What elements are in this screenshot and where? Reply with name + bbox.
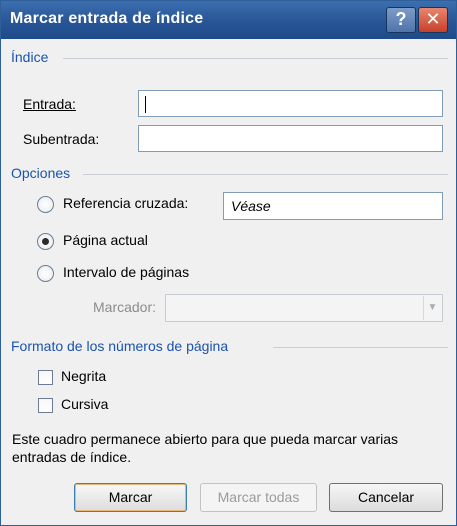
negrita-checkbox[interactable] [38,370,53,385]
entrada-input[interactable] [138,90,443,117]
radio-selected-dot [42,238,49,245]
section-formato-heading: Formato de los números de página [11,338,229,354]
section-indice-heading: Índice [11,49,49,65]
radio-intervalo-paginas[interactable] [37,265,54,282]
marcar-button[interactable]: Marcar [74,483,187,512]
referencia-input[interactable]: Véase [223,192,443,220]
cursiva-label[interactable]: Cursiva [61,396,108,412]
section-divider [273,347,448,348]
section-divider [63,58,448,59]
subentrada-input[interactable] [138,125,443,152]
question-icon: ? [395,9,407,29]
dialog-title: Marcar entrada de índice [10,10,204,27]
subentrada-label: Subentrada: [23,131,100,147]
radio-referencia-cruzada[interactable] [37,196,54,213]
chevron-down-icon: ▼ [423,296,441,320]
section-opciones-heading: Opciones [11,165,71,181]
radio-pagina-actual[interactable] [37,233,54,250]
cursiva-checkbox[interactable] [38,398,53,413]
intervalo-label[interactable]: Intervalo de páginas [63,264,189,280]
negrita-label[interactable]: Negrita [61,368,106,384]
entrada-label-text: Entrada: [23,96,76,112]
pagina-actual-label[interactable]: Página actual [63,232,148,248]
title-bar[interactable]: Marcar entrada de índice ? ✕ [1,1,456,39]
marcador-label: Marcador: [93,299,157,315]
close-button[interactable]: ✕ [418,7,448,33]
marcar-todas-button: Marcar todas [200,483,317,512]
section-divider [83,174,448,175]
dialog-window: Marcar entrada de índice ? ✕ Índice Entr… [0,0,457,526]
marcador-select: ▼ [165,294,443,322]
referencia-label[interactable]: Referencia cruzada: [63,195,188,211]
text-caret [145,96,146,113]
referencia-value: Véase [231,198,271,214]
help-button[interactable]: ? [386,7,416,33]
entrada-label: Entrada: [23,96,76,112]
cancelar-button[interactable]: Cancelar [329,483,443,512]
info-text: Este cuadro permanece abierto para que p… [12,431,398,465]
close-icon: ✕ [425,9,441,29]
